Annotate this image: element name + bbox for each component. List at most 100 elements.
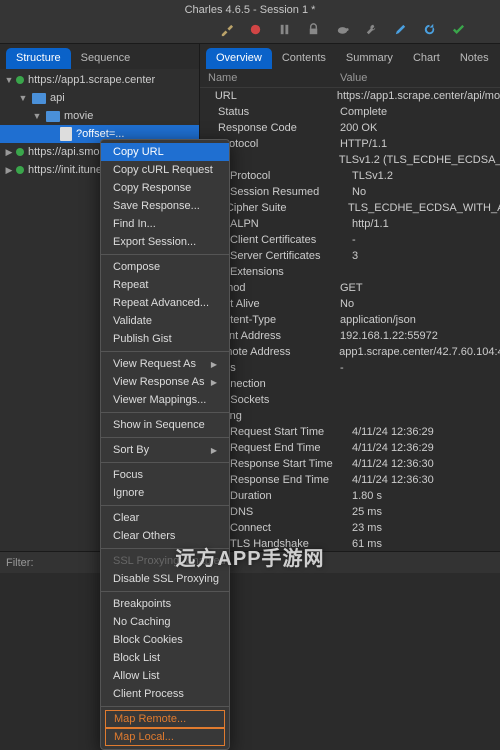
menu-item[interactable]: Map Remote... [105, 710, 225, 728]
record-icon[interactable] [248, 22, 263, 37]
menu-item[interactable]: Clear [101, 509, 229, 527]
tree-row[interactable]: ▼https://app1.scrape.center [0, 71, 199, 89]
overview-row[interactable]: Session ResumedNo [200, 184, 500, 200]
row-key: Connect [218, 522, 352, 534]
tab-contents[interactable]: Contents [272, 48, 336, 69]
tree-row[interactable]: ▼api [0, 89, 199, 107]
pause-icon[interactable] [277, 22, 292, 37]
menu-item[interactable]: No Caching [101, 613, 229, 631]
menu-item[interactable]: Ignore [101, 484, 229, 502]
lock-icon[interactable] [306, 22, 321, 37]
row-value: - [340, 362, 344, 374]
overview-row[interactable]: ▶ags- [200, 360, 500, 376]
row-value: 200 OK [340, 122, 377, 134]
refresh-icon[interactable] [422, 22, 437, 37]
overview-row[interactable]: ProtocolTLSv1.2 [200, 168, 500, 184]
menu-item[interactable]: Allow List [101, 667, 229, 685]
overview-row[interactable]: URLhttps://app1.scrape.center/api/movie/… [200, 88, 500, 104]
menu-item[interactable]: View Request As▶ [101, 355, 229, 373]
row-key: Client Certificates [218, 234, 352, 246]
tree-row[interactable]: ▼movie [0, 107, 199, 125]
overview-row[interactable]: lient Address192.168.1.22:55972 [200, 328, 500, 344]
overview-row[interactable]: Cipher SuiteTLS_ECDHE_ECDSA_WITH_AES_128… [200, 200, 500, 216]
row-key: Cipher Suite [214, 202, 348, 214]
overview-row[interactable]: ▼LSTLSv1.2 (TLS_ECDHE_ECDSA_WITH_AES_128… [200, 152, 500, 168]
overview-row[interactable]: ▶Extensions [200, 264, 500, 280]
row-key: Status [218, 106, 340, 118]
row-key: Request Start Time [218, 426, 352, 438]
row-key: ebSockets [218, 394, 340, 406]
overview-row[interactable]: ▶Server Certificates3 [200, 248, 500, 264]
row-value: Complete [340, 106, 387, 118]
menu-item[interactable]: Compose [101, 258, 229, 276]
chevron-right-icon: ▶ [211, 378, 217, 387]
overview-row[interactable]: Response Code200 OK [200, 120, 500, 136]
turtle-icon[interactable] [335, 22, 350, 37]
overview-row[interactable]: ▼ming [200, 408, 500, 424]
row-key: ALPN [218, 218, 352, 230]
overview-row[interactable]: Request End Time4/11/24 12:36:29 [200, 440, 500, 456]
menu-item[interactable]: View Response As▶ [101, 373, 229, 391]
tab-chart[interactable]: Chart [403, 48, 450, 69]
pencil-icon[interactable] [393, 22, 408, 37]
menu-item[interactable]: Find In... [101, 215, 229, 233]
overview-row[interactable]: ProtocolHTTP/1.1 [200, 136, 500, 152]
check-icon[interactable] [451, 22, 466, 37]
overview-row[interactable]: ▶Client Certificates- [200, 232, 500, 248]
menu-item[interactable]: Sort By▶ [101, 441, 229, 459]
filter-label: Filter: [6, 557, 34, 569]
menu-item[interactable]: Breakpoints [101, 595, 229, 613]
row-key: ming [218, 410, 340, 422]
overview-row[interactable]: emote Addressapp1.scrape.center/42.7.60.… [200, 344, 500, 360]
tab-notes[interactable]: Notes [450, 48, 499, 69]
row-key: ags [218, 362, 340, 374]
tab-summary[interactable]: Summary [336, 48, 403, 69]
menu-item[interactable]: Validate [101, 312, 229, 330]
left-panel: StructureSequence ▼https://app1.scrape.c… [0, 44, 200, 553]
row-value: - [352, 234, 356, 246]
row-value: app1.scrape.center/42.7.60.104:443 [339, 346, 500, 358]
overview-row[interactable]: DNS25 ms [200, 504, 500, 520]
menu-item[interactable]: Show in Sequence [101, 416, 229, 434]
overview-row[interactable]: ept AliveNo [200, 296, 500, 312]
menu-item[interactable]: Repeat [101, 276, 229, 294]
overview-row[interactable]: StatusComplete [200, 104, 500, 120]
overview-row[interactable]: Connect23 ms [200, 520, 500, 536]
overview-row[interactable]: ▶ebSockets [200, 392, 500, 408]
overview-row[interactable]: TLS Handshake61 ms [200, 536, 500, 552]
menu-item[interactable]: Block Cookies [101, 631, 229, 649]
menu-item[interactable]: Export Session... [101, 233, 229, 251]
broom-icon[interactable] [219, 22, 234, 37]
overview-row[interactable]: Response Start Time4/11/24 12:36:30 [200, 456, 500, 472]
row-value: GET [340, 282, 363, 294]
row-key: Protocol [218, 170, 352, 182]
row-value: http/1.1 [352, 218, 389, 230]
menu-item[interactable]: Save Response... [101, 197, 229, 215]
row-value: 3 [352, 250, 358, 262]
tab-structure[interactable]: Structure [6, 48, 71, 69]
overview-row[interactable]: ▶onnection [200, 376, 500, 392]
overview-row[interactable]: ALPNhttp/1.1 [200, 216, 500, 232]
menu-item[interactable]: Focus [101, 466, 229, 484]
overview-row[interactable]: ethodGET [200, 280, 500, 296]
menu-item[interactable]: Block List [101, 649, 229, 667]
menu-item[interactable]: Copy URL [101, 143, 229, 161]
menu-item[interactable]: Publish Gist [101, 330, 229, 348]
menu-item[interactable]: Viewer Mappings... [101, 391, 229, 409]
row-value: 1.80 s [352, 490, 382, 502]
menu-item[interactable]: Copy cURL Request [101, 161, 229, 179]
wrench-icon[interactable] [364, 22, 379, 37]
overview-row[interactable]: Request Start Time4/11/24 12:36:29 [200, 424, 500, 440]
menu-item[interactable]: Clear Others [101, 527, 229, 545]
tab-overview[interactable]: Overview [206, 48, 272, 69]
menu-item[interactable]: Copy Response [101, 179, 229, 197]
menu-item[interactable]: Client Process [101, 685, 229, 703]
overview-row[interactable]: ontent-Typeapplication/json [200, 312, 500, 328]
overview-row[interactable]: Duration1.80 s [200, 488, 500, 504]
row-value: 4/11/24 12:36:30 [352, 458, 434, 470]
file-icon [60, 127, 72, 141]
tab-sequence[interactable]: Sequence [71, 48, 141, 69]
menu-item[interactable]: Map Local... [105, 728, 225, 746]
overview-row[interactable]: Response End Time4/11/24 12:36:30 [200, 472, 500, 488]
menu-item[interactable]: Repeat Advanced... [101, 294, 229, 312]
